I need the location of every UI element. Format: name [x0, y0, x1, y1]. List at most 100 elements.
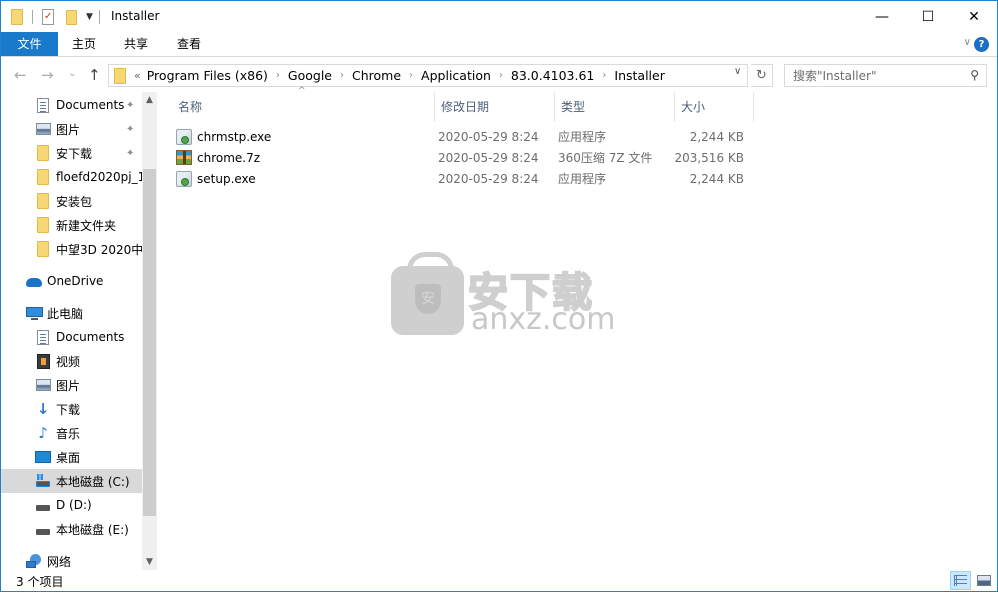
refresh-button[interactable]: ↻ — [751, 64, 773, 87]
tab-view[interactable]: 查看 — [169, 32, 209, 56]
scroll-down-icon[interactable]: ▼ — [142, 557, 157, 567]
documents-icon — [35, 97, 51, 113]
minimize-button[interactable]: — — [859, 1, 905, 32]
address-bar[interactable]: « Program Files (x86) › Google › Chrome … — [108, 64, 748, 87]
sidebar-item-desktop[interactable]: 桌面 — [1, 445, 142, 469]
customize-toolbar-dropdown-icon[interactable]: ▼ — [86, 12, 93, 22]
sidebar-item-pictures-pinned[interactable]: 图片 ✦ — [1, 117, 142, 141]
column-header-type[interactable]: 类型 — [554, 92, 674, 122]
sidebar-item-drive-e[interactable]: 本地磁盘 (E:) — [1, 517, 142, 541]
breadcrumb-application[interactable]: Application — [421, 68, 491, 83]
file-row[interactable]: setup.exe 2020-05-29 8:24 应用程序 2,244 KB — [176, 168, 754, 189]
refresh-icon: ↻ — [756, 68, 767, 83]
folder-icon — [11, 9, 23, 25]
chevron-right-icon[interactable]: › — [276, 70, 280, 81]
sidebar-item-floefd[interactable]: floefd2020pj_1 — [1, 165, 142, 189]
watermark-url: anxz.com — [471, 302, 616, 337]
search-icon[interactable]: ⚲ — [970, 68, 979, 82]
sidebar-item-install-packages[interactable]: 安装包 — [1, 189, 142, 213]
new-folder-icon[interactable] — [66, 9, 77, 25]
address-history-dropdown-icon[interactable]: ∨ — [734, 66, 741, 77]
sidebar-scrollbar[interactable]: ▲ ▼ — [142, 92, 157, 570]
watermark: 安 安下载 anxz.com — [391, 252, 616, 339]
sidebar-item-label: 本地磁盘 (C:) — [56, 474, 130, 489]
chevron-right-icon[interactable]: › — [409, 70, 413, 81]
folder-icon — [35, 169, 51, 185]
file-date: 2020-05-29 8:24 — [438, 129, 539, 144]
sidebar-item-label: Documents — [56, 330, 125, 344]
file-date: 2020-05-29 8:24 — [438, 171, 539, 186]
up-button[interactable]: ↑ — [88, 66, 101, 84]
sidebar-item-this-pc[interactable]: 此电脑 — [1, 301, 142, 325]
breadcrumb-version[interactable]: 83.0.4103.61 — [511, 68, 595, 83]
sidebar-item-label: 此电脑 — [47, 306, 84, 321]
pin-icon[interactable]: ✦ — [126, 100, 134, 111]
chevron-right-icon[interactable]: › — [602, 70, 606, 81]
pin-icon[interactable]: ✦ — [126, 124, 134, 135]
sidebar-item-label: 本地磁盘 (E:) — [56, 522, 129, 537]
sidebar-item-label: 图片 — [56, 378, 81, 393]
expand-ribbon-icon[interactable]: ∨ — [964, 37, 971, 48]
file-name: setup.exe — [197, 171, 256, 186]
help-icon[interactable]: ? — [974, 37, 989, 52]
sidebar-item-music[interactable]: ♪ 音乐 — [1, 421, 142, 445]
pictures-icon — [35, 121, 51, 137]
sidebar-item-documents[interactable]: Documents — [1, 325, 142, 349]
shield-icon: 安 — [415, 284, 441, 314]
column-header-date-modified[interactable]: 修改日期 — [434, 92, 554, 122]
breadcrumb-overflow[interactable]: « — [134, 69, 141, 82]
breadcrumb-installer[interactable]: Installer — [614, 68, 664, 83]
file-date: 2020-05-29 8:24 — [438, 150, 539, 165]
chevron-right-icon[interactable]: › — [340, 70, 344, 81]
scroll-up-icon[interactable]: ▲ — [142, 95, 157, 105]
file-size: 203,516 KB — [674, 150, 744, 165]
music-icon: ♪ — [38, 424, 48, 442]
large-icons-view-icon — [976, 575, 991, 586]
search-input[interactable] — [785, 65, 955, 86]
breadcrumb-chrome[interactable]: Chrome — [352, 68, 401, 83]
sidebar-item-zw3d[interactable]: 中望3D 2020中文 — [1, 237, 142, 261]
sidebar-item-onedrive[interactable]: OneDrive — [1, 269, 142, 293]
sidebar-item-videos[interactable]: 视频 — [1, 349, 142, 373]
scrollbar-thumb[interactable] — [143, 169, 156, 516]
chevron-right-icon[interactable]: › — [499, 70, 503, 81]
tab-file[interactable]: 文件 — [1, 32, 58, 56]
divider — [32, 10, 33, 24]
recent-locations-dropdown[interactable]: ⌄ — [68, 68, 76, 79]
column-header-name[interactable]: 名称 — [158, 92, 434, 122]
breadcrumb-google[interactable]: Google — [288, 68, 332, 83]
sidebar-item-pictures[interactable]: 图片 — [1, 373, 142, 397]
sidebar-item-label: floefd2020pj_1 — [56, 170, 142, 184]
tab-home[interactable]: 主页 — [64, 32, 104, 56]
folder-icon — [35, 145, 51, 161]
column-header-size[interactable]: 大小 — [674, 92, 754, 122]
file-row[interactable]: chrmstp.exe 2020-05-29 8:24 应用程序 2,244 K… — [176, 126, 754, 147]
sidebar-item-drive-c[interactable]: 本地磁盘 (C:) — [1, 469, 142, 493]
back-button[interactable]: ← — [14, 66, 27, 84]
sidebar-item-anxiazai[interactable]: 安下载 ✦ — [1, 141, 142, 165]
search-box[interactable]: ⚲ — [784, 64, 987, 87]
sidebar-item-documents-pinned[interactable]: Documents ✦ — [1, 93, 142, 117]
exe-icon — [176, 170, 192, 187]
sidebar-item-downloads[interactable]: ↓ 下载 — [1, 397, 142, 421]
navigation-pane: Documents ✦ 图片 ✦ 安下载 ✦ floefd2020pj_1 安装… — [1, 92, 157, 570]
pin-icon[interactable]: ✦ — [126, 148, 134, 159]
sidebar-item-drive-d[interactable]: D (D:) — [1, 493, 142, 517]
close-button[interactable]: ✕ — [951, 1, 997, 32]
maximize-button[interactable]: ☐ — [905, 1, 951, 32]
file-name: chrmstp.exe — [197, 129, 272, 144]
status-bar: 3 个项目 — [1, 570, 997, 591]
large-icons-view-button[interactable] — [973, 571, 994, 590]
sidebar-item-new-folder[interactable]: 新建文件夹 — [1, 213, 142, 237]
file-row[interactable]: chrome.7z 2020-05-29 8:24 360压缩 7Z 文件 20… — [176, 147, 754, 168]
sidebar-item-network[interactable]: 网络 — [1, 549, 142, 570]
breadcrumb-program-files[interactable]: Program Files (x86) — [147, 68, 268, 83]
minimize-icon: — — [875, 8, 889, 25]
sidebar-item-label: 音乐 — [56, 426, 81, 441]
navigation-bar: ← → ⌄ ↑ « Program Files (x86) › Google ›… — [1, 58, 997, 92]
forward-button[interactable]: → — [41, 66, 54, 84]
sidebar-item-label: D (D:) — [56, 498, 92, 512]
tab-share[interactable]: 共享 — [116, 32, 156, 56]
details-view-button[interactable] — [950, 571, 971, 590]
properties-icon[interactable] — [42, 9, 54, 25]
